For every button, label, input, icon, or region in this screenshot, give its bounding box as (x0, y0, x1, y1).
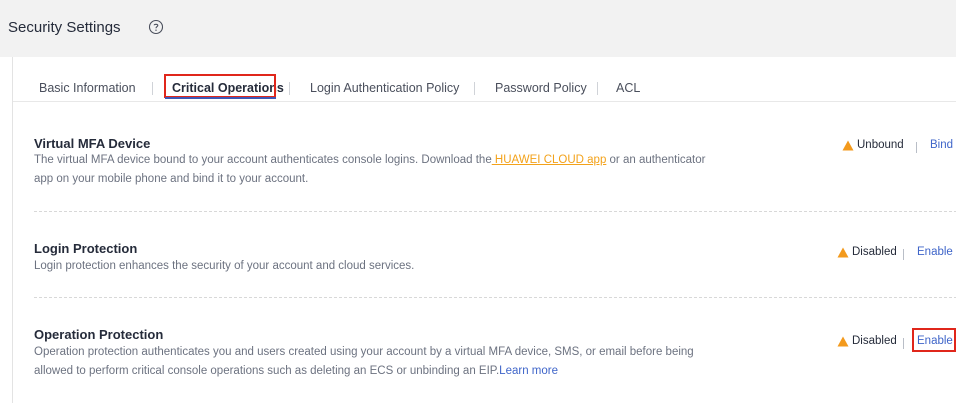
help-circle-icon[interactable] (148, 19, 164, 35)
security-settings-panel: Basic Information Critical Operations Lo… (12, 57, 956, 403)
tab-basic-information[interactable]: Basic Information (39, 77, 136, 99)
tab-password-policy[interactable]: Password Policy (495, 77, 587, 99)
mfa-status-label: Unbound (857, 139, 904, 151)
tab-highlight-box (164, 74, 276, 98)
login-protection-description: Login protection enhances the security o… (34, 260, 415, 272)
login-protection-status-label: Disabled (852, 246, 897, 258)
tab-bar-border (13, 101, 956, 102)
learn-more-link[interactable]: Learn more (499, 365, 558, 377)
operation-protection-title: Operation Protection (34, 327, 164, 342)
tab-divider (152, 82, 153, 95)
operation-protection-description: Operation protection authenticates you a… (34, 343, 714, 381)
mfa-description: The virtual MFA device bound to your acc… (34, 151, 714, 189)
mfa-status: Unbound (842, 139, 904, 151)
operation-protection-status-label: Disabled (852, 335, 897, 347)
tab-login-authentication-policy[interactable]: Login Authentication Policy (310, 77, 459, 99)
page-title: Security Settings (8, 19, 121, 36)
warning-triangle-icon (842, 140, 854, 150)
tab-divider (474, 82, 475, 95)
page-header: Security Settings (0, 0, 956, 57)
tab-bar: Basic Information Critical Operations Lo… (13, 57, 956, 107)
warning-triangle-icon (837, 247, 849, 257)
action-divider (916, 142, 917, 153)
active-tab-underline (165, 97, 276, 99)
tab-acl[interactable]: ACL (616, 77, 640, 99)
section-divider (34, 297, 956, 298)
mfa-desc-text: The virtual MFA device bound to your acc… (34, 154, 492, 166)
tab-divider (597, 82, 598, 95)
operation-protection-desc-text: Operation protection authenticates you a… (34, 346, 694, 377)
login-protection-status: Disabled (837, 246, 897, 258)
warning-triangle-icon (837, 336, 849, 346)
huawei-cloud-app-link[interactable]: HUAWEI CLOUD app (492, 154, 606, 166)
action-divider (903, 249, 904, 260)
login-protection-title: Login Protection (34, 241, 138, 256)
section-divider (34, 211, 956, 212)
mfa-title: Virtual MFA Device (34, 136, 151, 151)
action-divider (903, 338, 904, 349)
tab-divider (289, 82, 290, 95)
operation-protection-status: Disabled (837, 335, 897, 347)
enable-operation-protection-link[interactable]: Enable (917, 335, 953, 347)
bind-mfa-link[interactable]: Bind (930, 139, 953, 151)
enable-login-protection-link[interactable]: Enable (917, 246, 953, 258)
